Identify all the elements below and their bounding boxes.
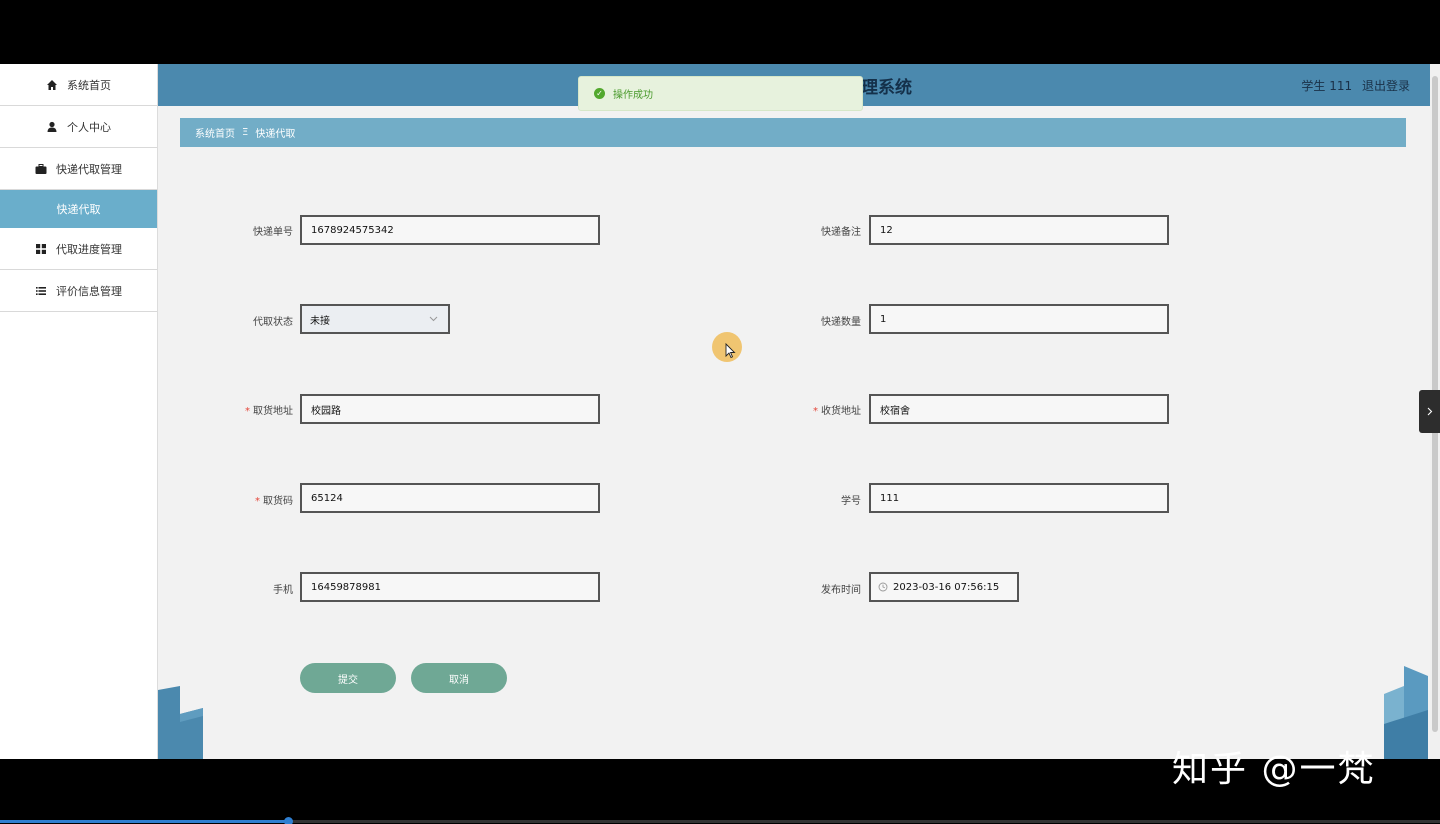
video-progress-bar[interactable] — [0, 817, 1440, 824]
chevron-down-icon — [429, 314, 438, 325]
sidebar-item-label: 代取进度管理 — [56, 242, 122, 256]
user-area: 学生 111 退出登录 — [1295, 77, 1410, 94]
user-icon — [46, 121, 58, 133]
breadcrumb-home[interactable]: 系统首页 — [195, 125, 235, 140]
grid-icon — [35, 243, 47, 255]
sidebar-item-home[interactable]: 系统首页 — [0, 64, 157, 106]
breadcrumb-separator-icon: Ξ — [242, 127, 249, 138]
status-select-value: 未接 — [310, 315, 330, 327]
cancel-button[interactable]: 取消 — [411, 663, 507, 693]
note-label: 快递备注 — [821, 227, 861, 238]
system-title: 理系统 — [861, 78, 912, 98]
breadcrumb: 系统首页 Ξ 快递代取 — [180, 118, 1406, 147]
app-screen: 系统首页 个人中心 快递代取管理 快递代取 代取进度管理 评价信息管理 理系统 … — [0, 64, 1440, 759]
quantity-input[interactable]: 1 — [869, 304, 1169, 334]
check-circle-icon: ✓ — [594, 88, 605, 99]
sidebar: 系统首页 个人中心 快递代取管理 快递代取 代取进度管理 评价信息管理 — [0, 64, 158, 759]
sidebar-item-label: 快递代取管理 — [56, 162, 122, 176]
pickup-address-input[interactable]: 校园路 — [300, 394, 600, 424]
delivery-address-input[interactable]: 校宿舍 — [869, 394, 1169, 424]
briefcase-icon — [35, 163, 47, 175]
sidebar-item-label: 系统首页 — [67, 78, 111, 92]
sidebar-item-label: 个人中心 — [67, 120, 111, 134]
watermark: 知乎 @一梵 — [1172, 749, 1376, 790]
publish-time-label: 发布时间 — [821, 585, 861, 596]
phone-label: 手机 — [273, 585, 293, 596]
pickup-address-label: * 取货地址 — [245, 406, 293, 417]
publish-time-picker[interactable]: 2023-03-16 07:56:15 — [869, 572, 1019, 602]
home-icon — [46, 79, 58, 91]
sidebar-item-express-management[interactable]: 快递代取管理 — [0, 148, 157, 190]
delivery-address-label: * 收货地址 — [813, 406, 861, 417]
pickup-code-input[interactable]: 65124 — [300, 483, 600, 513]
sidebar-item-progress-management[interactable]: 代取进度管理 — [0, 228, 157, 270]
sidebar-item-review-management[interactable]: 评价信息管理 — [0, 270, 157, 312]
toast-message: 操作成功 — [613, 90, 653, 101]
status-select[interactable]: 未接 — [300, 304, 450, 334]
list-icon — [35, 285, 47, 297]
success-toast: ✓ 操作成功 — [578, 76, 863, 111]
mouse-cursor-icon — [712, 332, 742, 362]
submit-button[interactable]: 提交 — [300, 663, 396, 693]
video-progress-knob[interactable] — [284, 817, 293, 824]
current-user: 学生 111 — [1301, 79, 1353, 93]
pickup-code-label: * 取货码 — [255, 496, 293, 507]
phone-input[interactable]: 16459878981 — [300, 572, 600, 602]
chevron-right-icon — [1427, 405, 1433, 419]
corner-decoration-left — [158, 686, 203, 759]
clock-icon — [878, 582, 888, 592]
sidebar-item-express-pickup[interactable]: 快递代取 — [0, 190, 157, 228]
video-progress-fill — [0, 820, 288, 823]
drawer-toggle-button[interactable] — [1419, 390, 1440, 433]
breadcrumb-current: 快递代取 — [255, 129, 296, 140]
student-id-input[interactable]: 111 — [869, 483, 1169, 513]
status-label: 代取状态 — [253, 317, 293, 328]
quantity-label: 快递数量 — [821, 317, 861, 328]
corner-decoration-right — [1384, 666, 1428, 759]
sidebar-item-personal-center[interactable]: 个人中心 — [0, 106, 157, 148]
logout-link[interactable]: 退出登录 — [1362, 79, 1410, 93]
note-input[interactable]: 12 — [869, 215, 1169, 245]
sidebar-item-label: 评价信息管理 — [56, 284, 122, 298]
tracking-no-label: 快递单号 — [253, 227, 293, 238]
sidebar-item-label: 快递代取 — [56, 203, 101, 216]
student-id-label: 学号 — [841, 496, 861, 507]
tracking-no-input[interactable]: 1678924575342 — [300, 215, 600, 245]
